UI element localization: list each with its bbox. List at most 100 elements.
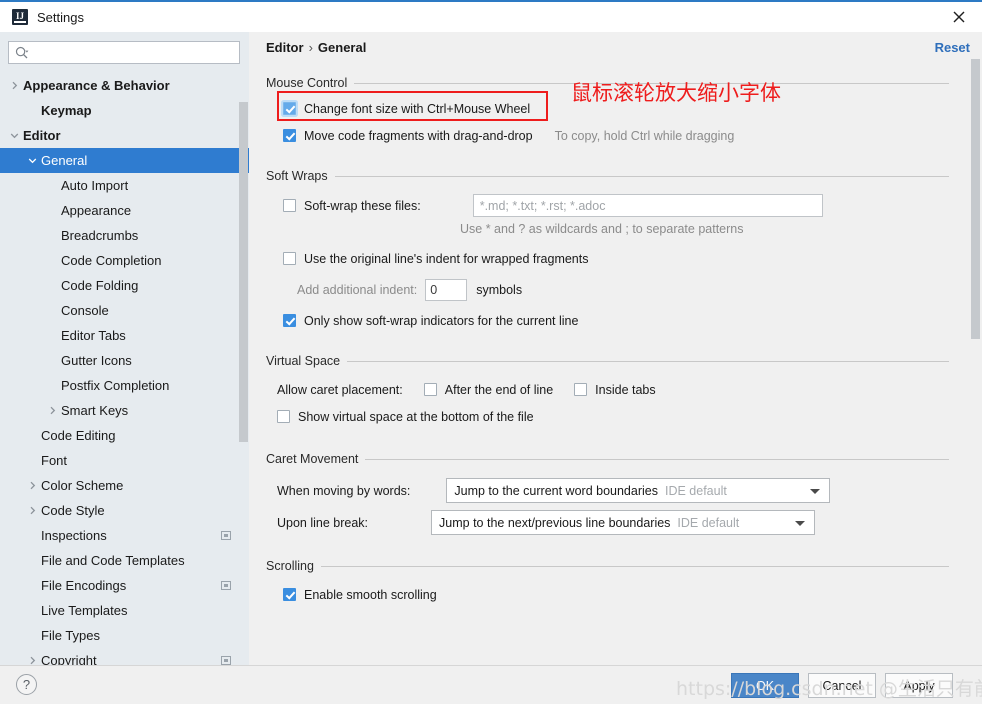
checkbox-original-indent[interactable] — [283, 252, 296, 265]
hint-wildcards: Use * and ? as wildcards and ; to separa… — [460, 222, 744, 236]
row-move-code-fragments[interactable]: Move code fragments with drag-and-drop T… — [249, 123, 970, 148]
help-button[interactable]: ? — [16, 674, 37, 695]
label-inside-tabs: Inside tabs — [595, 382, 656, 397]
close-button[interactable] — [936, 2, 982, 32]
sidebar-item-label: Editor Tabs — [61, 328, 126, 343]
checkbox-show-virtual-space[interactable] — [277, 410, 290, 423]
row-show-virtual-space[interactable]: Show virtual space at the bottom of the … — [249, 404, 970, 429]
hint-drag-copy: To copy, hold Ctrl while dragging — [554, 128, 735, 143]
sidebar-item-breadcrumbs[interactable]: Breadcrumbs — [0, 223, 249, 248]
sidebar-item-font[interactable]: Font — [0, 448, 249, 473]
section-header-caret-movement: Caret Movement — [249, 450, 970, 468]
section-header-soft-wraps: Soft Wraps — [249, 167, 970, 185]
checkbox-inside-tabs[interactable] — [574, 383, 588, 396]
row-original-indent[interactable]: Use the original line's indent for wrapp… — [249, 246, 970, 271]
breadcrumb-current: General — [317, 40, 367, 55]
sidebar-item-file-and-code-templates[interactable]: File and Code Templates — [0, 548, 249, 573]
content-scrollbar[interactable] — [971, 59, 980, 339]
sidebar-item-label: Code Completion — [61, 253, 162, 268]
sidebar-item-label: Inspections — [41, 528, 107, 543]
row-wildcard-hint: Use * and ? as wildcards and ; to separa… — [249, 218, 970, 240]
sidebar-item-appearance-behavior[interactable]: Appearance & Behavior — [0, 73, 249, 98]
sidebar-item-code-completion[interactable]: Code Completion — [0, 248, 249, 273]
sidebar-item-label: Auto Import — [61, 178, 129, 193]
chevron-down-icon[interactable] — [9, 130, 20, 141]
sidebar-item-label: Code Folding — [61, 278, 139, 293]
search-input[interactable] — [33, 43, 213, 62]
sidebar-item-editor[interactable]: Editor — [0, 123, 249, 148]
label-symbols: symbols — [476, 282, 523, 297]
checkbox-change-font-size[interactable] — [283, 102, 296, 115]
cancel-button[interactable]: Cancel — [808, 673, 876, 698]
checkbox-softwrap-indicators[interactable] — [283, 314, 296, 327]
sidebar-item-auto-import[interactable]: Auto Import — [0, 173, 249, 198]
sidebar-item-file-types[interactable]: File Types — [0, 623, 249, 648]
section-header-scrolling: Scrolling — [249, 557, 970, 575]
label-original-indent: Use the original line's indent for wrapp… — [304, 251, 589, 266]
sidebar-item-label: Code Editing — [41, 428, 116, 443]
apply-button[interactable]: Apply — [885, 673, 953, 698]
project-scope-icon — [221, 531, 231, 540]
sidebar-item-postfix-completion[interactable]: Postfix Completion — [0, 373, 249, 398]
search-box[interactable] — [8, 41, 240, 64]
combo-hint: IDE default — [677, 515, 740, 530]
chevron-right-icon[interactable] — [27, 505, 38, 516]
row-additional-indent: Add additional indent: symbols — [249, 277, 970, 302]
section-divider — [347, 360, 949, 362]
row-soft-wrap-files[interactable]: Soft-wrap these files: — [249, 193, 970, 218]
sidebar-item-file-encodings[interactable]: File Encodings — [0, 573, 249, 598]
row-enable-smooth-scrolling[interactable]: Enable smooth scrolling — [249, 582, 970, 607]
combo-when-moving-by-words[interactable]: Jump to the current word boundaries IDE … — [446, 478, 831, 503]
sidebar-item-label: Color Scheme — [41, 478, 124, 493]
sidebar-item-keymap[interactable]: Keymap — [0, 98, 249, 123]
combo-upon-line-break[interactable]: Jump to the next/previous line boundarie… — [431, 510, 816, 535]
sidebar-item-label: Postfix Completion — [61, 378, 170, 393]
row-upon-line-break: Upon line break: Jump to the next/previo… — [249, 509, 970, 536]
window-title: Settings — [37, 9, 84, 25]
checkbox-move-code-fragments[interactable] — [283, 129, 296, 142]
sidebar-item-code-editing[interactable]: Code Editing — [0, 423, 249, 448]
sidebar-item-code-folding[interactable]: Code Folding — [0, 273, 249, 298]
chevron-right-icon[interactable] — [47, 405, 58, 416]
ok-button[interactable]: OK — [731, 673, 799, 698]
sidebar-scrollbar[interactable] — [239, 102, 248, 442]
additional-indent-input[interactable] — [425, 278, 468, 301]
checkbox-enable-smooth-scrolling[interactable] — [283, 588, 296, 601]
label-upon-line-break: Upon line break: — [277, 515, 369, 530]
breadcrumb-parent[interactable]: Editor — [266, 40, 304, 55]
sidebar-item-inspections[interactable]: Inspections — [0, 523, 249, 548]
search-icon — [15, 46, 29, 59]
sidebar-item-code-style[interactable]: Code Style — [0, 498, 249, 523]
soft-wrap-files-input[interactable] — [472, 194, 823, 217]
label-change-font-size: Change font size with Ctrl+Mouse Wheel — [304, 101, 531, 116]
section-title: Mouse Control — [266, 76, 348, 90]
sidebar-item-label: Copyright — [41, 653, 97, 666]
chevron-right-icon[interactable] — [27, 480, 38, 491]
sidebar-item-smart-keys[interactable]: Smart Keys — [0, 398, 249, 423]
row-softwrap-indicators[interactable]: Only show soft-wrap indicators for the c… — [249, 308, 970, 333]
sidebar-item-console[interactable]: Console — [0, 298, 249, 323]
reset-link[interactable]: Reset — [935, 40, 970, 55]
combo-value: Jump to the next/previous line boundarie… — [439, 515, 671, 530]
sidebar-item-appearance[interactable]: Appearance — [0, 198, 249, 223]
checkbox-soft-wrap-files[interactable] — [283, 199, 296, 212]
sidebar-item-live-templates[interactable]: Live Templates — [0, 598, 249, 623]
sidebar-item-color-scheme[interactable]: Color Scheme — [0, 473, 249, 498]
sidebar-item-label: File Types — [41, 628, 101, 643]
sidebar-item-label: Editor — [23, 128, 61, 143]
sidebar-item-label: Smart Keys — [61, 403, 129, 418]
sidebar-item-copyright[interactable]: Copyright — [0, 648, 249, 666]
sidebar-item-label: General — [41, 153, 88, 168]
label-show-virtual-space: Show virtual space at the bottom of the … — [298, 409, 534, 424]
sidebar-item-general[interactable]: General — [0, 148, 249, 173]
section-soft-wraps: Soft Wraps Soft-wrap these files: Use * … — [249, 167, 970, 333]
chevron-right-icon[interactable] — [9, 80, 20, 91]
checkbox-after-end-of-line[interactable] — [423, 383, 437, 396]
sidebar-item-gutter-icons[interactable]: Gutter Icons — [0, 348, 249, 373]
label-soft-wrap-files: Soft-wrap these files: — [304, 198, 421, 213]
chevron-down-icon[interactable] — [27, 155, 38, 166]
label-after-end-of-line: After the end of line — [444, 382, 554, 397]
chevron-down-icon — [795, 520, 806, 526]
section-title: Soft Wraps — [266, 169, 328, 183]
sidebar-item-editor-tabs[interactable]: Editor Tabs — [0, 323, 249, 348]
